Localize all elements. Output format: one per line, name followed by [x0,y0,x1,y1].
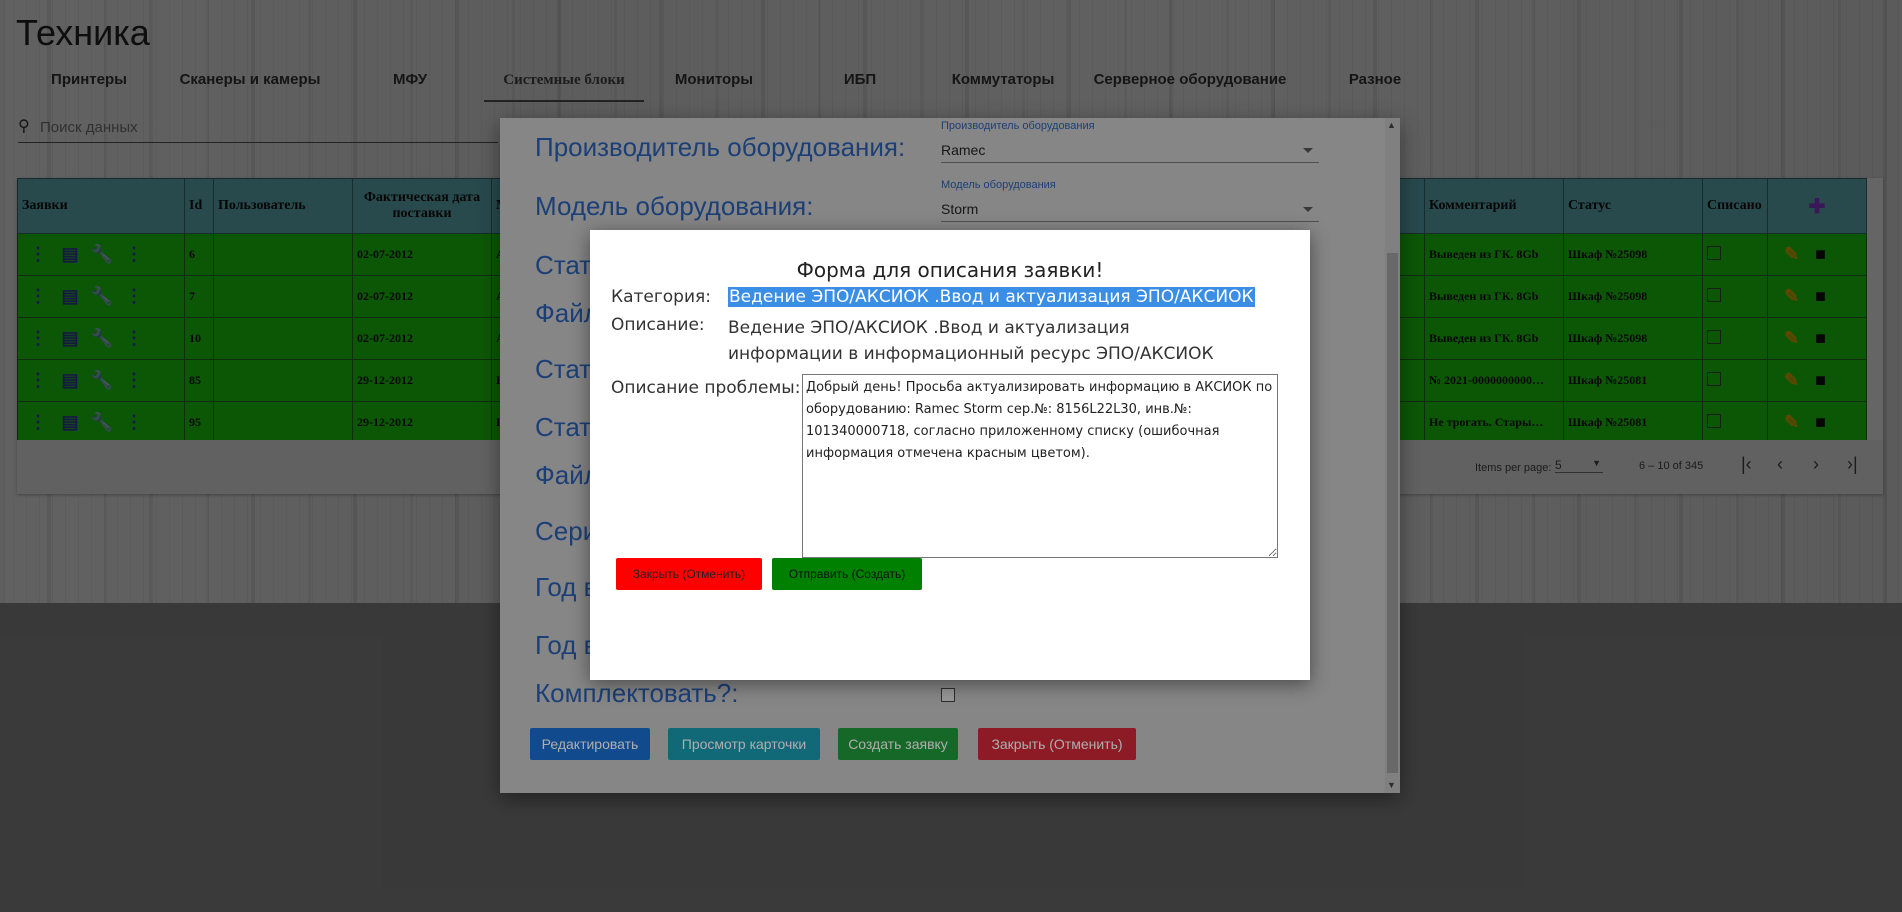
dialog-title: Форма для описания заявки! [796,258,1104,282]
dialog-close-button[interactable]: Закрыть (Отменить) [616,558,762,590]
problem-textarea[interactable]: Добрый день! Просьба актуализировать инф… [802,374,1278,558]
dialog-submit-button[interactable]: Отправить (Создать) [772,558,922,590]
description-value: Ведение ЭПО/АКСИОК .Ввод и актуализация … [728,318,1214,364]
problem-label: Описание проблемы: [611,378,801,398]
request-form-dialog: Форма для описания заявки! Категория: Ве… [590,230,1310,680]
category-label: Категория: [611,287,711,307]
description-label: Описание: [611,315,705,335]
category-value: Ведение ЭПО/АКСИОК .Ввод и актуализация … [728,287,1255,307]
